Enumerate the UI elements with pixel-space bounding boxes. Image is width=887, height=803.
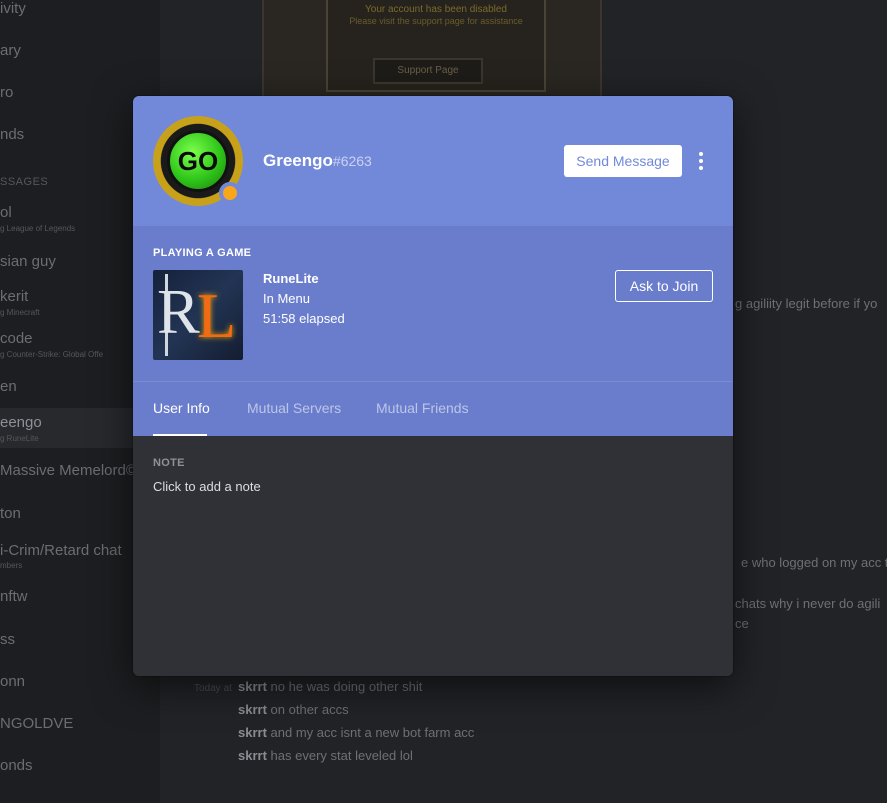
dm-status: g Minecraft: [0, 308, 40, 317]
chat-author: skrrt: [238, 725, 267, 740]
game-elapsed-time: 51:58 elapsed: [263, 311, 345, 326]
dm-status: g RuneLite: [0, 434, 39, 443]
chat-message-fragment: chats why i never do agili: [735, 596, 881, 611]
sidebar-item-nitro: ro: [0, 84, 14, 101]
note-label: NOTE: [153, 457, 185, 469]
send-message-button[interactable]: Send Message: [564, 145, 682, 177]
chat-message-fragment: e who logged on my acc t: [741, 555, 887, 570]
dm-item: kerit: [0, 288, 29, 305]
sidebar-item-library: ary: [0, 42, 21, 59]
tab-mutual-servers[interactable]: Mutual Servers: [247, 400, 341, 416]
vertical-ellipsis-icon[interactable]: [695, 152, 707, 172]
chat-message: skrrt on other accs: [238, 702, 349, 717]
background-game-banner: Your account has been disabled Please vi…: [262, 0, 602, 97]
tab-user-info[interactable]: User Info: [153, 400, 210, 416]
sidebar-item-friends: nds: [0, 126, 25, 143]
game-state: In Menu: [263, 291, 310, 306]
ask-to-join-button[interactable]: Ask to Join: [615, 270, 713, 302]
activity-section: PLAYING A GAME R L RuneLite In Menu 51:5…: [133, 226, 733, 381]
banner-warning-title: Your account has been disabled: [365, 4, 507, 15]
game-name: RuneLite: [263, 271, 319, 286]
chat-message: skrrt and my acc isnt a new bot farm acc: [238, 725, 474, 740]
dm-status: g League of Legends: [0, 224, 76, 233]
dm-item: Massive Memelord©: [0, 462, 137, 479]
activity-label: PLAYING A GAME: [153, 247, 252, 259]
chat-message: skrrt has every stat leveled lol: [238, 748, 413, 763]
dm-item: ton: [0, 505, 21, 522]
chat-text: on other accs: [270, 702, 349, 717]
chat-author: skrrt: [238, 702, 267, 717]
dm-item: i-Crim/Retard chat: [0, 542, 122, 559]
dm-status: mbers: [0, 561, 23, 570]
chat-text: and my acc isnt a new bot farm acc: [270, 725, 475, 740]
username: Greengo#6263: [263, 151, 372, 171]
chat-message: skrrt no he was doing other shit: [238, 679, 422, 694]
chat-message-fragment: g agiliity legit before if yo: [735, 296, 878, 311]
username-text: Greengo: [263, 151, 333, 170]
dm-item: ol: [0, 204, 12, 221]
game-icon-letter-r: R: [157, 276, 200, 347]
status-idle-icon: [219, 182, 241, 204]
direct-messages-header: SSAGES: [0, 176, 49, 188]
chat-text: no he was doing other shit: [270, 679, 423, 694]
chat-text: has every stat leveled lol: [270, 748, 413, 763]
note-input[interactable]: [153, 479, 453, 494]
banner-panel: Your account has been disabled Please vi…: [326, 0, 546, 92]
avatar-image: GO: [167, 130, 229, 192]
dm-item: ss: [0, 631, 15, 648]
dm-item: NGOLDVE: [0, 715, 74, 732]
dm-item: nftw: [0, 588, 28, 605]
dm-item: code: [0, 330, 33, 347]
dm-status: g Counter-Strike: Global Offe: [0, 350, 104, 359]
user-info-panel: NOTE: [133, 436, 733, 676]
chat-author: skrrt: [238, 748, 267, 763]
profile-header: GO Greengo#6263 Send Message: [133, 96, 733, 226]
banner-warning-text: Please visit the support page for assist…: [349, 16, 523, 26]
tab-mutual-friends[interactable]: Mutual Friends: [376, 400, 469, 416]
discriminator: #6263: [332, 153, 372, 169]
chat-timestamp: Today at: [194, 683, 232, 694]
dm-item: en: [0, 378, 17, 395]
profile-tabs: User Info Mutual Servers Mutual Friends: [133, 381, 733, 436]
chat-message-fragment: ce: [735, 616, 749, 631]
user-profile-modal: GO Greengo#6263 Send Message PLAYING A G…: [133, 96, 733, 676]
sidebar-item-activity: ivity: [0, 0, 26, 17]
game-icon: R L: [153, 270, 243, 360]
dm-item: onn: [0, 673, 26, 690]
dm-item: onds: [0, 757, 33, 774]
dm-item: sian guy: [0, 253, 56, 270]
banner-support-button: Support Page: [373, 58, 483, 84]
chat-author: skrrt: [238, 679, 267, 694]
dm-item-greengo: eengo: [0, 414, 42, 431]
game-icon-letter-l: L: [197, 280, 237, 351]
